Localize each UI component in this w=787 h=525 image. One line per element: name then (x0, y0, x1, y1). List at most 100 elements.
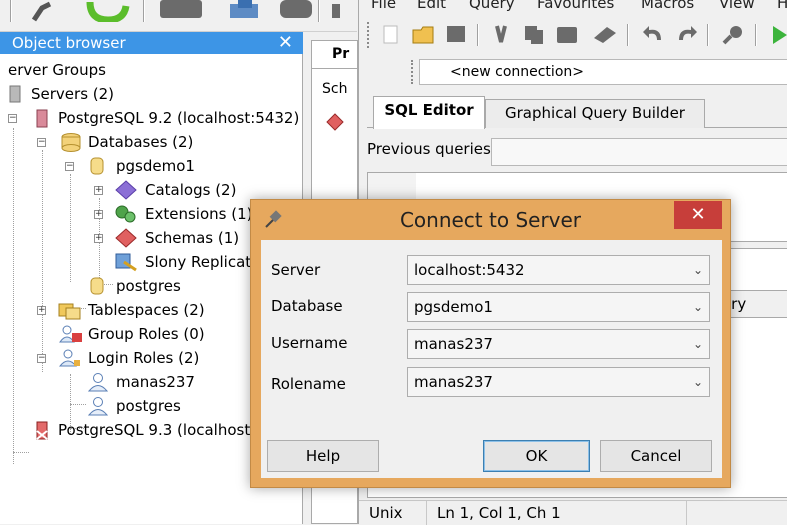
undo-icon[interactable] (641, 24, 667, 44)
tree-node-label: Catalogs (2) (145, 181, 237, 199)
server-value: localhost:5432 (414, 261, 525, 279)
database-label: Database (271, 297, 343, 315)
toolbar-separator (477, 24, 479, 46)
tab-graphical-query-builder[interactable]: Graphical Query Builder (485, 99, 705, 128)
sql-tool-icon[interactable] (326, 0, 346, 20)
dialog-title-bar[interactable]: Connect to Server ✕ (251, 200, 730, 238)
redo-icon[interactable] (673, 24, 699, 44)
tab-label: SQL Editor (384, 101, 474, 119)
tree-node-label: Login Roles (2) (88, 349, 200, 367)
ok-button[interactable]: OK (483, 440, 590, 472)
drop-object-icon[interactable] (278, 0, 316, 20)
tree-node-label: erver Groups (8, 61, 106, 79)
username-select[interactable]: manas237 ⌄ (407, 329, 710, 359)
expand-icon[interactable]: + (94, 186, 103, 195)
create-object-icon[interactable] (228, 0, 264, 20)
menu-macros[interactable]: Macros (641, 0, 694, 12)
collapse-icon[interactable]: − (65, 162, 74, 171)
toolbar-separator (318, 0, 320, 22)
rolename-select[interactable]: manas237 ⌄ (407, 367, 710, 397)
previous-queries-select[interactable] (491, 138, 787, 166)
menu-help[interactable]: H (777, 0, 787, 12)
chevron-down-icon: ⌄ (692, 300, 703, 314)
tree-node-servers[interactable]: Servers (2) (0, 82, 300, 106)
tree-node-label: postgres (116, 277, 181, 295)
open-folder-icon[interactable] (411, 22, 437, 46)
connect-to-server-dialog: Connect to Server ✕ Server localhost:543… (250, 199, 731, 488)
menu-bar: File Edit Query Favourites Macros View H (359, 0, 787, 12)
tree-node-databases[interactable]: − Databases (2) (0, 130, 300, 154)
connection-select[interactable]: <new connection> (419, 59, 787, 85)
tree-node-label: Extensions (1) (145, 205, 253, 223)
status-bar: Unix Ln 1, Col 1, Ch 1 (359, 500, 787, 525)
new-file-icon[interactable] (381, 24, 401, 46)
expand-icon[interactable]: + (37, 306, 46, 315)
toolbar-separator (10, 0, 12, 22)
execute-icon[interactable] (769, 24, 787, 46)
tree-guide-line (13, 452, 29, 453)
menu-file[interactable]: File (371, 0, 396, 12)
schemas-icon (115, 228, 137, 248)
username-label: Username (271, 334, 348, 352)
menu-favourites[interactable]: Favourites (537, 0, 614, 12)
connect-plug-icon[interactable] (30, 0, 60, 22)
dialog-title: Connect to Server (399, 208, 582, 232)
toolbar-separator (707, 24, 709, 46)
editor-tabs: SQL Editor Graphical Query Builder (367, 96, 787, 129)
find-icon[interactable] (721, 24, 747, 46)
collapse-icon[interactable]: − (37, 354, 46, 363)
menu-edit[interactable]: Edit (417, 0, 446, 12)
cancel-button[interactable]: Cancel (600, 440, 712, 472)
tree-node-label: postgres (116, 397, 181, 415)
tree-node-pg92[interactable]: − PostgreSQL 9.2 (localhost:5432) (0, 106, 303, 130)
server-disconnected-icon (36, 421, 48, 440)
username-value: manas237 (414, 335, 493, 353)
refresh-icon[interactable] (84, 0, 132, 22)
rolename-value: manas237 (414, 373, 493, 391)
tree-node-server-groups[interactable]: erver Groups (0, 58, 300, 82)
close-icon[interactable]: ✕ (674, 201, 722, 229)
collapse-icon[interactable]: − (37, 138, 46, 147)
object-browser-title: Object browser (12, 34, 126, 52)
toolbar-grip (367, 22, 370, 48)
tab-label: Pr (332, 46, 350, 62)
toolbar-separator (755, 24, 757, 46)
tablespaces-icon (58, 303, 81, 320)
servers-icon (9, 85, 21, 103)
login-roles-icon (58, 349, 80, 367)
toolbar-grip (411, 60, 414, 84)
user-icon (88, 397, 109, 416)
catalogs-icon (115, 180, 137, 200)
properties-icon[interactable] (158, 0, 206, 20)
expand-icon[interactable]: + (94, 210, 103, 219)
chevron-down-icon: ⌄ (692, 375, 703, 389)
save-icon[interactable] (445, 24, 467, 44)
tab-label: Graphical Query Builder (505, 104, 685, 122)
collapse-icon[interactable]: − (8, 114, 17, 123)
paste-icon[interactable] (555, 24, 581, 44)
extensions-icon (115, 205, 136, 223)
tree-node-label: Group Roles (0) (88, 325, 205, 343)
tab-properties[interactable]: Pr (311, 40, 358, 68)
connection-bar: <new connection> (359, 56, 787, 88)
database-icon (90, 157, 104, 175)
clear-icon[interactable] (591, 24, 619, 44)
status-cursor-position: Ln 1, Col 1, Ch 1 (427, 501, 687, 525)
tab-sql-editor[interactable]: SQL Editor (373, 96, 485, 129)
expand-icon[interactable]: + (94, 234, 103, 243)
tree-node-pgsdemo1[interactable]: − pgsdemo1 (0, 154, 300, 178)
object-browser-header: Object browser ✕ (0, 32, 303, 54)
status-eol: Unix (359, 501, 427, 525)
database-select[interactable]: pgsdemo1 ⌄ (407, 292, 710, 322)
server-select[interactable]: localhost:5432 ⌄ (407, 255, 710, 285)
help-button[interactable]: Help (267, 440, 379, 472)
copy-icon[interactable] (523, 24, 545, 44)
tree-node-label: Servers (2) (31, 85, 115, 103)
chevron-down-icon: ⌄ (692, 337, 703, 351)
menu-view[interactable]: View (719, 0, 755, 12)
tree-node-label: Tablespaces (2) (88, 301, 205, 319)
menu-query[interactable]: Query (469, 0, 515, 12)
server-label: Server (271, 261, 321, 279)
cut-icon[interactable] (491, 24, 513, 44)
close-icon[interactable]: ✕ (278, 32, 293, 54)
